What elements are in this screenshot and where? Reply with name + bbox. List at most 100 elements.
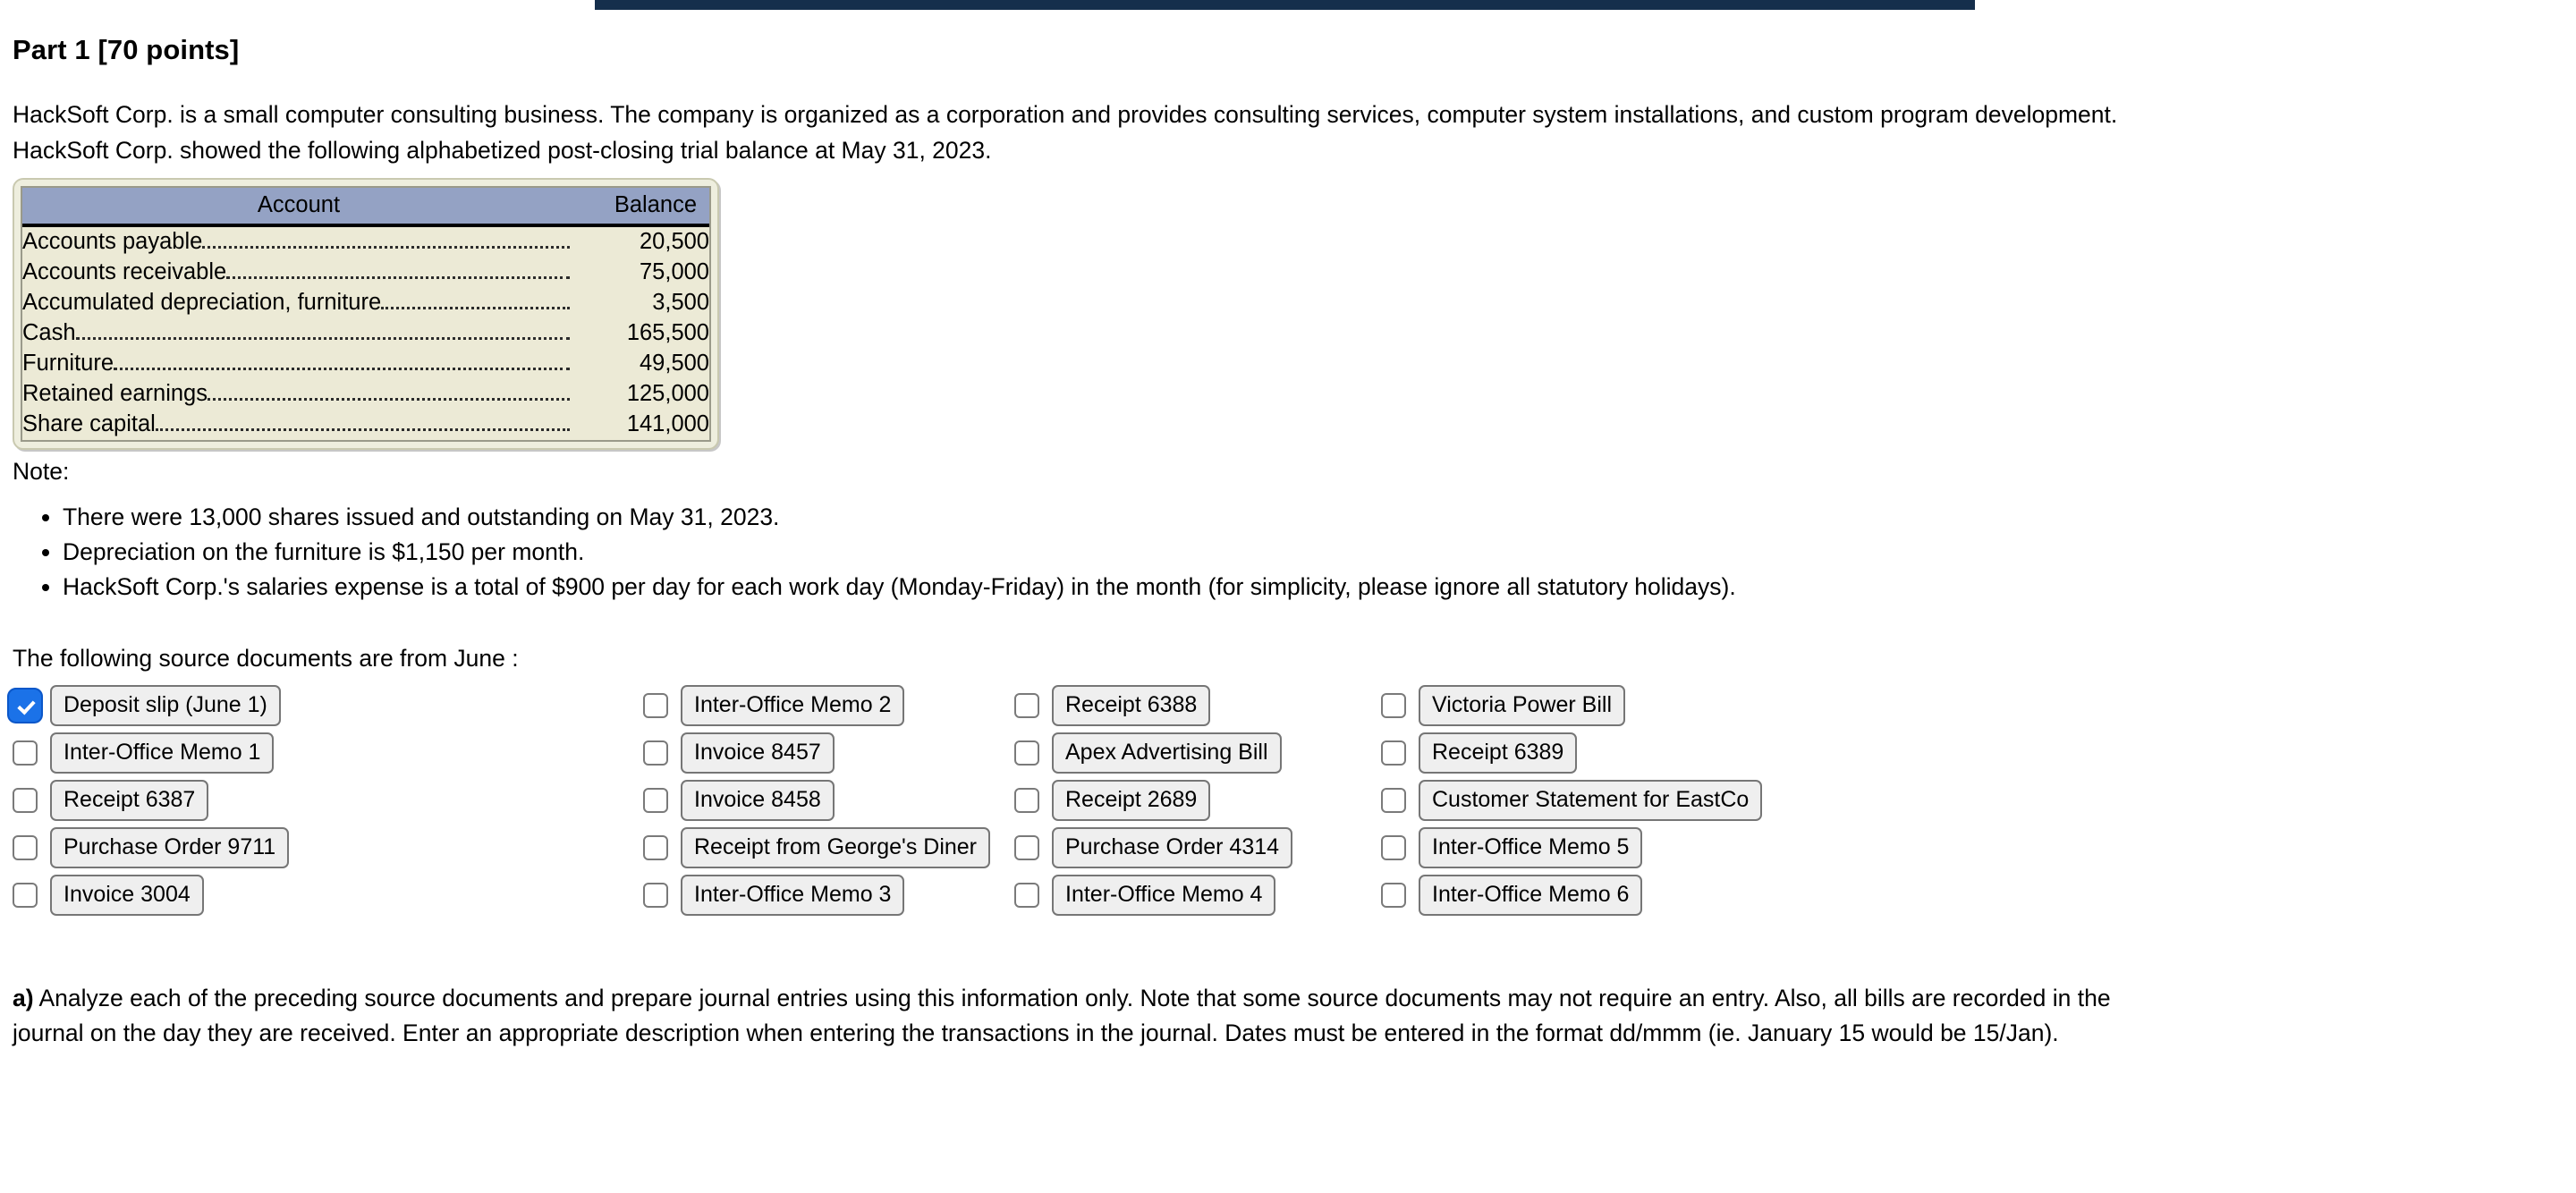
account-cell: Cash (22, 318, 575, 349)
note-item: HackSoft Corp.'s salaries expense is a t… (63, 570, 2563, 605)
page-content: Part 1 [70 points] HackSoft Corp. is a s… (0, 0, 2576, 1051)
documents-lead: The following source documents are from … (13, 645, 519, 672)
source-document-item: Inter-Office Memo 2 (643, 681, 1014, 729)
source-document-item: Receipt 6387 (13, 776, 643, 824)
account-name: Cash (22, 320, 76, 345)
document-checkbox[interactable] (13, 834, 38, 860)
source-document-item: Inter-Office Memo 5 (1381, 824, 2563, 871)
document-checkbox[interactable] (643, 834, 668, 860)
question-a-line-1: Analyze each of the preceding source doc… (33, 985, 2111, 1011)
source-document-item: Receipt 2689 (1014, 776, 1381, 824)
document-checkbox[interactable] (643, 740, 668, 766)
source-document-item: Inter-Office Memo 3 (643, 871, 1014, 918)
source-document-button[interactable]: Invoice 8458 (681, 779, 835, 821)
source-document-item: Purchase Order 9711 (13, 824, 643, 871)
trial-balance-panel: Account Balance Accounts payable 20,500 Ac… (13, 178, 719, 450)
source-document-item: Receipt 6389 (1381, 729, 2563, 776)
source-document-button[interactable]: Purchase Order 9711 (50, 826, 290, 868)
source-document-button[interactable]: Receipt 6389 (1419, 732, 1578, 774)
leader-dots (381, 306, 570, 309)
source-document-button[interactable]: Purchase Order 4314 (1052, 826, 1293, 868)
document-checkbox-checked[interactable] (13, 692, 38, 718)
source-document-button[interactable]: Apex Advertising Bill (1052, 732, 1282, 774)
trial-balance-head: Account Balance (22, 188, 709, 227)
source-document-item: Invoice 8458 (643, 776, 1014, 824)
source-document-button[interactable]: Inter-Office Memo 1 (50, 732, 275, 774)
trial-balance-inner: Account Balance Accounts payable 20,500 Ac… (21, 186, 711, 442)
source-document-button[interactable]: Inter-Office Memo 2 (681, 684, 905, 726)
source-document-item: Purchase Order 4314 (1014, 824, 1381, 871)
account-name: Accumulated depreciation, furniture (22, 290, 382, 315)
note-label: Note: (13, 458, 70, 485)
leader-dots (226, 275, 570, 279)
table-header-row: Account Balance (22, 188, 709, 227)
document-checkbox[interactable] (13, 787, 38, 813)
column-header-account: Account (22, 188, 575, 227)
leader-dots (207, 397, 570, 401)
account-name: Retained earnings (22, 381, 208, 406)
balance-cell: 165,500 (575, 318, 709, 349)
source-document-item: Apex Advertising Bill (1014, 729, 1381, 776)
source-document-button[interactable]: Receipt 6387 (50, 779, 209, 821)
question-a-marker: a) (13, 985, 34, 1011)
balance-cell: 75,000 (575, 258, 709, 288)
balance-cell: 125,000 (575, 379, 709, 410)
account-cell: Accumulated depreciation, furniture (22, 288, 575, 318)
source-document-button[interactable]: Inter-Office Memo 4 (1052, 874, 1276, 916)
document-checkbox[interactable] (1014, 834, 1039, 860)
document-checkbox[interactable] (1381, 834, 1406, 860)
source-document-button[interactable]: Receipt from George's Diner (681, 826, 991, 868)
source-document-item: Receipt 6388 (1014, 681, 1381, 729)
source-document-button[interactable]: Inter-Office Memo 6 (1419, 874, 1643, 916)
leader-dots (155, 427, 570, 431)
account-cell: Accounts receivable (22, 258, 575, 288)
source-document-item: Customer Statement for EastCo (1381, 776, 2563, 824)
document-checkbox[interactable] (1381, 692, 1406, 718)
source-document-button[interactable]: Invoice 3004 (50, 874, 204, 916)
source-document-button[interactable]: Deposit slip (June 1) (50, 684, 281, 726)
leader-dots (202, 245, 570, 249)
account-name: Accounts receivable (22, 259, 227, 284)
note-item: There were 13,000 shares issued and outs… (63, 500, 2563, 535)
source-document-button[interactable]: Victoria Power Bill (1419, 684, 1626, 726)
document-checkbox[interactable] (13, 882, 38, 908)
balance-cell: 141,000 (575, 410, 709, 440)
table-row: Cash 165,500 (22, 318, 709, 349)
intro-paragraph: HackSoft Corp. is a small computer consu… (13, 66, 2563, 168)
note-list: There were 13,000 shares issued and outs… (13, 486, 2563, 605)
table-row: Share capital 141,000 (22, 410, 709, 440)
balance-cell: 3,500 (575, 288, 709, 318)
source-document-item: Inter-Office Memo 4 (1014, 871, 1381, 918)
document-checkbox[interactable] (1014, 787, 1039, 813)
source-document-item: Inter-Office Memo 1 (13, 729, 643, 776)
account-cell: Furniture (22, 349, 575, 379)
document-checkbox[interactable] (13, 740, 38, 766)
document-checkbox[interactable] (1381, 882, 1406, 908)
source-document-button[interactable]: Receipt 6388 (1052, 684, 1211, 726)
document-checkbox[interactable] (1014, 740, 1039, 766)
source-document-button[interactable]: Invoice 8457 (681, 732, 835, 774)
document-checkbox[interactable] (643, 787, 668, 813)
document-checkbox[interactable] (1014, 692, 1039, 718)
account-name: Share capital (22, 411, 156, 436)
source-document-button[interactable]: Inter-Office Memo 5 (1419, 826, 1643, 868)
document-checkbox[interactable] (1014, 882, 1039, 908)
document-checkbox[interactable] (643, 882, 668, 908)
account-cell: Retained earnings (22, 379, 575, 410)
table-row: Accounts payable 20,500 (22, 225, 709, 258)
document-checkbox[interactable] (1381, 740, 1406, 766)
source-document-item: Invoice 8457 (643, 729, 1014, 776)
source-document-button[interactable]: Customer Statement for EastCo (1419, 779, 1763, 821)
source-document-button[interactable]: Inter-Office Memo 3 (681, 874, 905, 916)
leader-dots (114, 367, 570, 370)
intro-line-1: HackSoft Corp. is a small computer consu… (13, 101, 2118, 128)
document-checkbox[interactable] (643, 692, 668, 718)
document-checkbox[interactable] (1381, 787, 1406, 813)
table-row: Accumulated depreciation, furniture 3,500 (22, 288, 709, 318)
source-document-item: Receipt from George's Diner (643, 824, 1014, 871)
source-documents-grid: Deposit slip (June 1) Inter-Office Memo 2… (13, 681, 2563, 918)
source-document-button[interactable]: Receipt 2689 (1052, 779, 1211, 821)
balance-cell: 49,500 (575, 349, 709, 379)
source-document-item: Victoria Power Bill (1381, 681, 2563, 729)
page-title: Part 1 [70 points] (13, 34, 240, 65)
